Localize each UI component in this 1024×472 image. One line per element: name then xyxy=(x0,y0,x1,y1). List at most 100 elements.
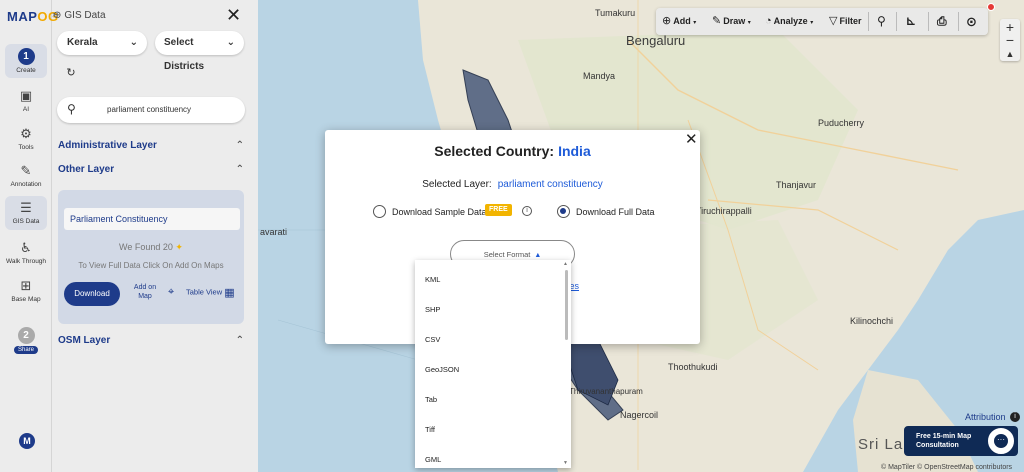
globe-icon: ⊕ xyxy=(53,10,62,21)
print-button[interactable]: ⎙ xyxy=(937,8,947,35)
base-map-icon: ⊞ xyxy=(20,278,32,293)
format-option[interactable]: GeoJSON xyxy=(425,365,459,374)
dropdown-scrollbar[interactable] xyxy=(565,270,568,340)
add-on-map-button[interactable]: Add on Map xyxy=(130,283,160,301)
info-icon[interactable]: i xyxy=(1010,412,1020,422)
state-select-value: Kerala xyxy=(67,37,98,48)
add-menu-label: Add xyxy=(673,16,691,26)
rail-walk-through-label: Walk Through xyxy=(5,258,47,265)
format-dropdown[interactable]: KML SHP CSV GeoJSON Tab Tiff GML xyxy=(415,260,571,468)
district-select[interactable]: Select Districts ⌄ xyxy=(155,31,244,72)
breadcrumb-label: GIS Data xyxy=(64,10,106,21)
rail-tools[interactable]: ⚙ Tools xyxy=(0,126,52,151)
add-on-map-line2: Map xyxy=(138,293,152,300)
ai-icon: ▣ xyxy=(19,88,33,103)
rail-share[interactable]: 2 Share xyxy=(0,327,52,354)
download-button[interactable]: Download xyxy=(64,282,120,306)
plus-circle-icon: ⊕ xyxy=(662,15,672,28)
other-layer-header[interactable]: Other Layer ⌃ xyxy=(52,160,258,180)
free-badge: FREE xyxy=(485,204,512,216)
format-option[interactable]: CSV xyxy=(425,335,440,344)
step-two-badge: 2 xyxy=(17,327,35,344)
sample-data-radio[interactable] xyxy=(373,205,386,218)
filter-label: Filter xyxy=(839,16,862,26)
chevron-down-icon: ⌄ xyxy=(129,37,138,48)
dialog-title-prefix: Selected Country: xyxy=(434,143,555,159)
rail-walk-through[interactable]: ♿ Walk Through xyxy=(0,240,52,265)
pencil-icon: ✎ xyxy=(712,15,722,28)
rail-ai[interactable]: ▣ AI xyxy=(0,88,52,113)
rail-annotation[interactable]: ✎ Annotation xyxy=(0,163,52,188)
rail-create-label: Create xyxy=(16,67,36,74)
table-view-label: Table View xyxy=(186,287,223,297)
caret-down-icon: ▾ xyxy=(747,20,751,26)
tool-rail: 1 Create ▣ AI ⚙ Tools ✎ Annotation ☰ GIS… xyxy=(0,0,52,472)
rail-gis-data[interactable]: ☰ GIS Data xyxy=(5,196,47,230)
search-map-button[interactable]: ⚲ xyxy=(877,8,886,35)
rail-base-map-label: Base Map xyxy=(11,296,41,303)
other-layer-title: Other Layer xyxy=(58,164,115,175)
attribution-link[interactable]: Attribution xyxy=(965,412,1006,422)
app-logo[interactable]: MAPOG xyxy=(7,9,59,24)
found-count: 20 xyxy=(162,242,173,252)
scroll-up-icon[interactable]: ▲ xyxy=(563,261,568,267)
info-icon[interactable]: i xyxy=(522,206,532,216)
format-option[interactable]: SHP xyxy=(425,305,440,314)
analyze-menu-button[interactable]: ◔ Analyze ▾ xyxy=(765,8,813,35)
draw-menu-label: Draw xyxy=(723,16,746,26)
table-view-button[interactable]: Table View ▦ xyxy=(186,286,235,299)
map-label-thanjavur: Thanjavur xyxy=(776,180,817,190)
compass-button[interactable]: ▲ xyxy=(1000,47,1020,61)
chevron-up-icon: ⌃ xyxy=(235,335,244,346)
administrative-layer-header[interactable]: Administrative Layer ⌃ xyxy=(52,136,258,156)
layer-card: Parliament Constituency We Found 20 ✦ To… xyxy=(58,190,244,324)
osm-layer-header[interactable]: OSM Layer ⌃ xyxy=(52,331,258,351)
sparkle-icon: ✦ xyxy=(175,242,183,252)
format-option[interactable]: KML xyxy=(425,275,440,284)
format-option[interactable]: Tiff xyxy=(425,425,435,434)
walk-through-icon: ♿ xyxy=(20,240,32,255)
full-data-radio[interactable] xyxy=(557,205,570,218)
scroll-down-icon[interactable]: ▼ xyxy=(563,460,568,466)
selected-layer-prefix: Selected Layer: xyxy=(422,179,492,190)
search-input[interactable]: ⚲ parliament constituency xyxy=(57,97,245,123)
locate-button[interactable]: ⊙ xyxy=(966,8,977,35)
database-icon: ☰ xyxy=(20,200,32,215)
caret-down-icon: ▾ xyxy=(810,20,814,26)
found-prefix: We Found xyxy=(119,242,161,252)
selected-country: India xyxy=(558,143,591,159)
chat-icon: ··· xyxy=(994,434,1008,448)
full-data-label[interactable]: Download Full Data xyxy=(576,207,655,217)
breadcrumb: ⊕ GIS Data xyxy=(53,10,106,21)
chevron-down-icon: ⌄ xyxy=(226,37,235,48)
consult-line2: Consultation xyxy=(916,442,959,449)
map-label-mandya: Mandya xyxy=(583,71,616,81)
chat-button[interactable]: ··· xyxy=(986,426,1016,456)
draw-menu-button[interactable]: ✎ Draw ▾ xyxy=(712,8,751,35)
measure-button[interactable]: ⊾ xyxy=(906,8,916,35)
toolbar-divider xyxy=(958,12,959,31)
rail-annotation-label: Annotation xyxy=(10,181,42,188)
close-panel-button[interactable]: ✕ xyxy=(226,6,241,24)
map-label-thiruvananthapuram: Thiruvananthapuram xyxy=(569,387,643,396)
filter-button[interactable]: ▽ Filter xyxy=(829,8,861,35)
caret-down-icon: ▾ xyxy=(693,20,697,26)
step-one-badge: 1 xyxy=(17,48,35,65)
map-label-puducherry: Puducherry xyxy=(818,118,865,128)
table-icon: ▦ xyxy=(224,287,235,299)
refresh-button[interactable]: ↻ xyxy=(62,64,80,82)
state-select[interactable]: Kerala ⌄ xyxy=(57,31,147,55)
format-option[interactable]: GML xyxy=(425,455,441,464)
user-avatar[interactable]: M xyxy=(19,433,35,449)
notification-badge xyxy=(987,3,995,11)
format-option[interactable]: Tab xyxy=(425,395,437,404)
crosshair-icon: ⊙ xyxy=(966,14,977,29)
map-label-avarati: avarati xyxy=(260,227,288,237)
rail-base-map[interactable]: ⊞ Base Map xyxy=(0,278,52,303)
add-menu-button[interactable]: ⊕ Add ▾ xyxy=(662,8,696,35)
rail-create[interactable]: 1 Create xyxy=(5,44,47,78)
osm-layer-title: OSM Layer xyxy=(58,335,111,346)
sample-data-label[interactable]: Download Sample Data xyxy=(392,207,487,217)
search-icon: ⚲ xyxy=(67,102,76,116)
zoom-out-button[interactable]: − xyxy=(1000,33,1020,47)
